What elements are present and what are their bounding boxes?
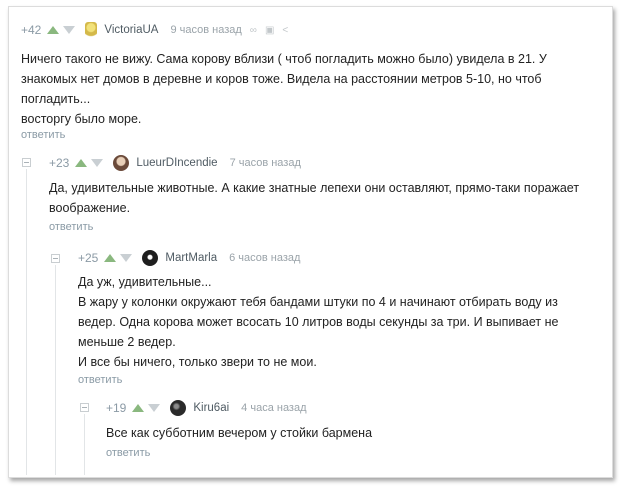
comment-author[interactable]: VictoriaUA — [104, 24, 158, 36]
reply-link[interactable]: ответить — [78, 374, 122, 386]
comment-rating: +25 — [78, 251, 99, 265]
comment-text: Да, удивительные животные. А какие знатн… — [49, 181, 580, 215]
upvote-icon[interactable] — [132, 404, 145, 412]
comment-meta: +42 VictoriaUA 9 часов назад ∞ ▣ < — [21, 20, 296, 40]
comments-panel: +42 VictoriaUA 9 часов назад ∞ ▣ < Ничег… — [8, 6, 613, 478]
avatar[interactable] — [142, 250, 159, 266]
downvote-icon[interactable] — [91, 159, 104, 167]
reply-link[interactable]: ответить — [49, 221, 93, 233]
upvote-icon[interactable] — [47, 26, 60, 34]
avatar[interactable] — [170, 400, 187, 416]
comment-meta: +19 Kiru6ai 4 часа назад — [106, 398, 315, 418]
comment-author[interactable]: MartMarla — [165, 252, 217, 264]
link-icon[interactable]: ∞ — [250, 25, 257, 36]
comment-author[interactable]: Kiru6ai — [193, 402, 229, 414]
avatar[interactable] — [113, 155, 130, 171]
upvote-icon[interactable] — [75, 159, 88, 167]
comment-time[interactable]: 4 часа назад — [241, 402, 306, 414]
reply-link[interactable]: ответить — [21, 129, 65, 141]
thread-line[interactable] — [84, 414, 85, 475]
upvote-icon[interactable] — [104, 254, 117, 262]
comment-time[interactable]: 6 часов назад — [229, 252, 300, 264]
collapse-toggle[interactable] — [51, 254, 60, 263]
downvote-icon[interactable] — [148, 404, 161, 412]
reply-link[interactable]: ответить — [106, 447, 150, 459]
comment-time[interactable]: 7 часов назад — [230, 157, 301, 169]
collapse-toggle[interactable] — [22, 158, 31, 167]
thread-line[interactable] — [26, 169, 27, 475]
thread-line[interactable] — [55, 265, 56, 475]
comment-time[interactable]: 9 часов назад — [170, 24, 241, 36]
comment-author[interactable]: LueurDIncendie — [136, 157, 217, 169]
save-icon[interactable]: ▣ — [265, 25, 274, 36]
comment-text: Все как субботним вечером у стойки барме… — [106, 426, 373, 440]
comment-rating: +19 — [106, 401, 127, 415]
comment-text: Да уж, удивительные... В жару у колонки … — [78, 275, 559, 369]
avatar[interactable] — [85, 22, 98, 38]
downvote-icon[interactable] — [120, 254, 133, 262]
comment-meta: +23 LueurDIncendie 7 часов назад — [49, 153, 309, 173]
share-icon[interactable]: < — [282, 25, 288, 36]
comment-rating: +42 — [21, 23, 42, 37]
downvote-icon[interactable] — [63, 26, 76, 34]
collapse-toggle[interactable] — [80, 403, 89, 412]
comment-rating: +23 — [49, 156, 70, 170]
comment-meta: +25 MartMarla 6 часов назад — [78, 248, 308, 268]
comment-text: Ничего такого не вижу. Сама корову вблиз… — [21, 52, 547, 126]
